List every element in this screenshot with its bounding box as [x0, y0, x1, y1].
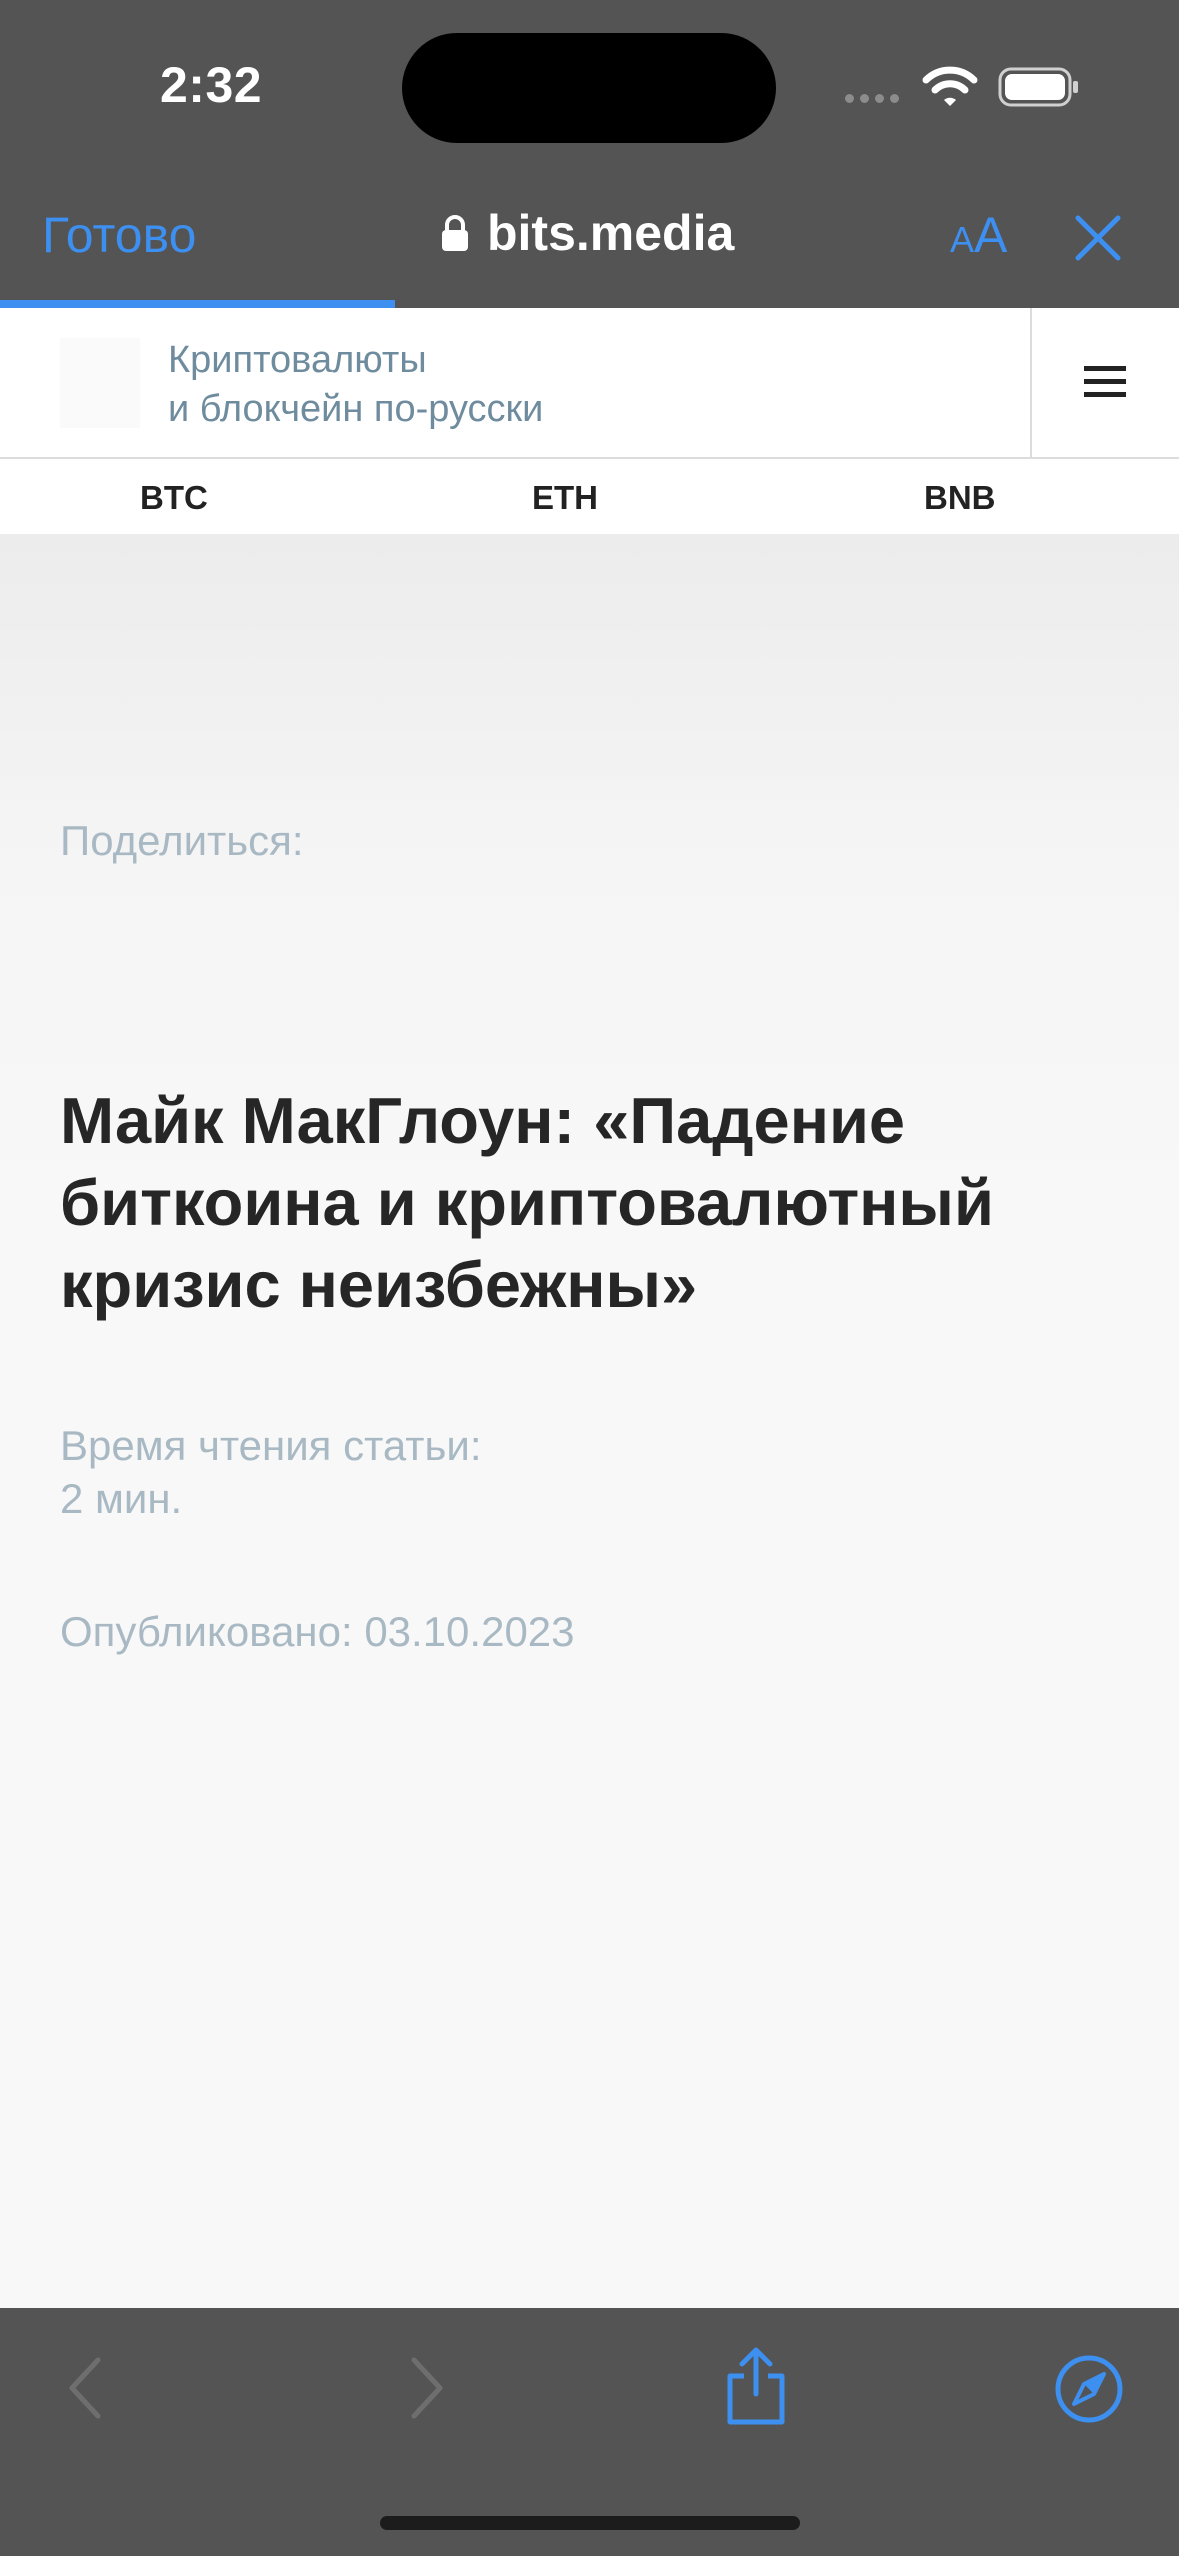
wifi-icon	[922, 66, 978, 106]
share-label: Поделиться:	[60, 817, 304, 864]
article-content: Поделиться: Майк МакГлоун: «Падение битк…	[0, 534, 1179, 2308]
done-button[interactable]: Готово	[42, 206, 196, 264]
url-text: bits.media	[487, 205, 735, 261]
site-tagline: Криптовалюты и блокчейн по-русски	[168, 336, 543, 434]
read-time-label: Время чтения статьи:	[60, 1422, 482, 1469]
hamburger-menu-icon[interactable]	[1084, 364, 1126, 400]
ticker-item-btc[interactable]: BTC	[140, 479, 208, 517]
article-title: Майк МакГлоун: «Падение биткоина и крипт…	[60, 1084, 994, 1321]
tagline-line-1: Криптовалюты	[168, 339, 427, 381]
tagline-line-2: и блокчейн по-русски	[168, 388, 544, 430]
crypto-ticker-bar: BTC ETH BNB	[0, 459, 1179, 534]
read-time-value: 2 мин.	[60, 1475, 183, 1522]
compass-icon[interactable]	[1054, 2354, 1124, 2424]
read-time: Время чтения статьи: 2 мин.	[60, 1419, 482, 1525]
ticker-item-bnb[interactable]: BNB	[924, 479, 996, 517]
browser-top-chrome: 2:32 Готово bits.media A A	[0, 0, 1179, 308]
home-indicator[interactable]	[380, 2516, 800, 2530]
menu-divider	[1030, 308, 1032, 457]
chevron-right-icon[interactable]	[406, 2356, 446, 2420]
share-icon[interactable]	[722, 2346, 790, 2426]
site-logo[interactable]	[60, 338, 140, 428]
close-icon[interactable]	[1070, 210, 1126, 266]
text-size-button[interactable]: A A	[950, 206, 1007, 264]
text-size-large-glyph: A	[974, 207, 1008, 263]
dynamic-island	[402, 33, 776, 143]
site-header: Криптовалюты и блокчейн по-русски	[0, 308, 1179, 459]
text-size-small-glyph: A	[950, 219, 975, 260]
battery-icon	[998, 67, 1078, 107]
ticker-item-eth[interactable]: ETH	[532, 479, 598, 517]
cellular-signal-icon	[845, 94, 899, 103]
chevron-left-icon[interactable]	[66, 2356, 106, 2420]
status-time: 2:32	[160, 57, 263, 113]
address-bar[interactable]: bits.media	[441, 204, 734, 262]
published-date: Опубликовано: 03.10.2023	[60, 1608, 575, 1655]
page-load-progress-bar	[0, 300, 395, 308]
lock-icon	[442, 215, 468, 251]
